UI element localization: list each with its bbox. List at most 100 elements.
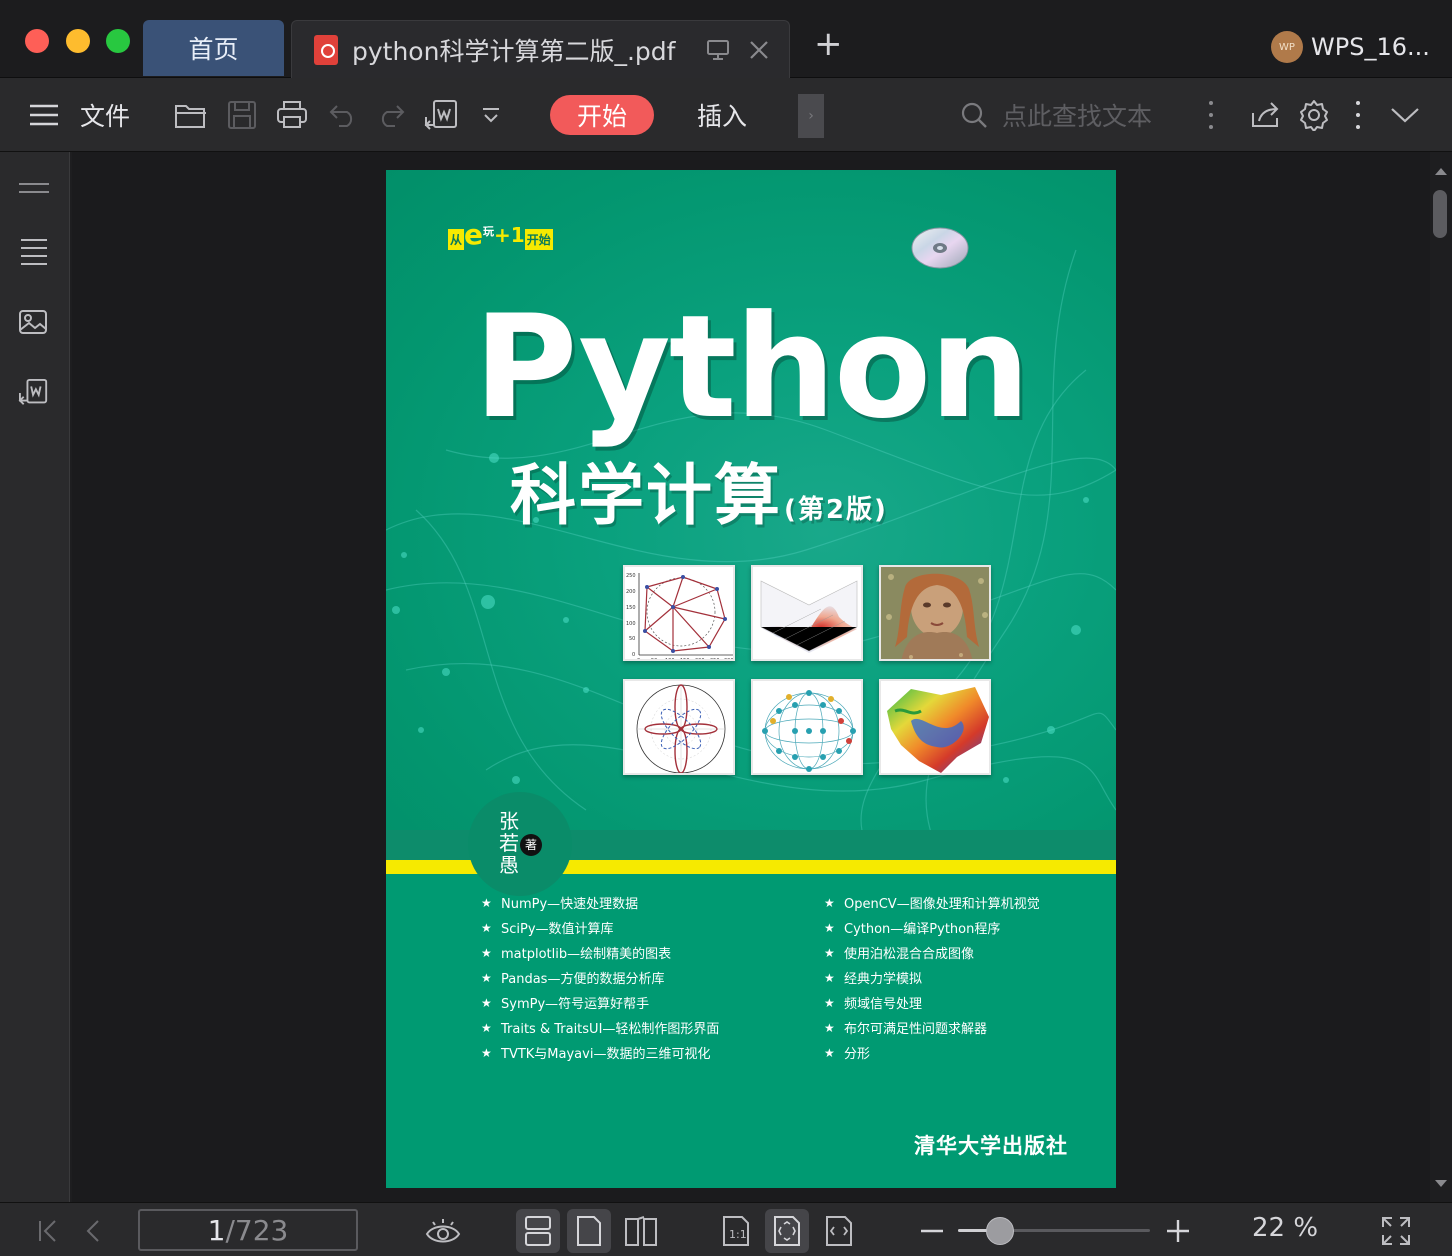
pdf-page-cover: 从 e 玩 +1 开始 Python 科学计算 (第2版) 250 200 15… bbox=[386, 170, 1116, 1188]
monitor-icon[interactable] bbox=[706, 39, 730, 61]
minimize-window-button[interactable] bbox=[66, 29, 90, 53]
cover-thumbnail-portrait-mosaic bbox=[879, 565, 991, 661]
close-window-button[interactable] bbox=[25, 29, 49, 53]
two-page-icon[interactable] bbox=[619, 1209, 663, 1253]
tab-document-label: python科学计算第二版_.pdf bbox=[352, 36, 676, 66]
more-tabs-button[interactable]: › bbox=[798, 94, 824, 138]
badge-e: e bbox=[464, 217, 484, 251]
thumbnail-image-icon[interactable] bbox=[17, 308, 51, 338]
wps-window: 首页 python科学计算第二版_.pdf + WP WPS_16... 文件 … bbox=[0, 0, 1452, 1256]
account-menu[interactable]: WP WPS_16... bbox=[1271, 31, 1430, 63]
feature-text: SymPy—符号运算好帮手 bbox=[501, 997, 650, 1012]
previous-page-icon[interactable] bbox=[72, 1209, 116, 1253]
search-box[interactable]: 点此查找文本 bbox=[960, 95, 1180, 135]
list-item: ★ TVTK与Mayavi—数据的三维可视化 bbox=[481, 1040, 719, 1065]
maximize-window-button[interactable] bbox=[106, 29, 130, 53]
search-placeholder: 点此查找文本 bbox=[1002, 102, 1153, 131]
convert-to-word-icon[interactable] bbox=[17, 378, 51, 408]
title-bar: 首页 python科学计算第二版_.pdf + WP WPS_16... bbox=[0, 0, 1452, 78]
file-menu[interactable]: 文件 bbox=[78, 78, 132, 152]
vertical-scrollbar[interactable] bbox=[1430, 152, 1452, 1202]
single-page-icon[interactable] bbox=[567, 1209, 611, 1253]
tab-start[interactable]: 开始 bbox=[550, 95, 654, 135]
hamburger-menu-icon[interactable] bbox=[28, 78, 60, 152]
star-icon: ★ bbox=[481, 920, 492, 935]
print-icon[interactable] bbox=[274, 78, 310, 152]
more-options-icon[interactable] bbox=[1355, 101, 1361, 129]
tab-document[interactable]: python科学计算第二版_.pdf bbox=[291, 20, 790, 78]
cover-thumbnail-3d-surface bbox=[751, 565, 863, 661]
save-icon[interactable] bbox=[224, 78, 260, 152]
first-page-icon[interactable] bbox=[26, 1209, 70, 1253]
page-number-input[interactable]: 1 / 723 bbox=[138, 1209, 358, 1251]
list-item: ★ 经典力学模拟 bbox=[824, 965, 1040, 990]
collapse-panel-icon[interactable] bbox=[17, 174, 51, 204]
feature-text: 经典力学模拟 bbox=[844, 972, 923, 987]
list-item: ★ Pandas—方便的数据分析库 bbox=[481, 965, 719, 990]
undo-icon[interactable] bbox=[326, 78, 360, 152]
star-icon: ★ bbox=[824, 995, 835, 1010]
close-tab-icon[interactable] bbox=[746, 37, 772, 63]
feature-text: 分形 bbox=[844, 1047, 871, 1062]
zoom-slider-knob[interactable] bbox=[986, 1217, 1014, 1245]
fit-width-icon[interactable] bbox=[817, 1209, 861, 1253]
feature-text: 使用泊松混合合成图像 bbox=[844, 947, 975, 962]
left-sidebar bbox=[0, 152, 70, 1202]
list-item: ★ 布尔可满足性问题求解器 bbox=[824, 1015, 1040, 1040]
feature-text: NumPy—快速处理数据 bbox=[501, 897, 639, 912]
star-icon: ★ bbox=[481, 995, 492, 1010]
feature-text: 布尔可满足性问题求解器 bbox=[844, 1022, 988, 1037]
svg-text:1:1: 1:1 bbox=[729, 1228, 747, 1241]
badge-suffix: 开始 bbox=[524, 228, 553, 250]
star-icon: ★ bbox=[824, 1045, 835, 1060]
actual-size-icon[interactable]: 1:1 bbox=[714, 1209, 758, 1253]
new-tab-button[interactable]: + bbox=[814, 27, 843, 61]
tab-insert[interactable]: 插入 bbox=[680, 95, 764, 135]
thumb1-ytick: 50 bbox=[629, 636, 635, 642]
open-folder-icon[interactable] bbox=[172, 78, 210, 152]
star-icon: ★ bbox=[481, 970, 492, 985]
zoom-percentage[interactable]: 22 % bbox=[1252, 1213, 1318, 1243]
zoom-out-icon[interactable] bbox=[910, 1209, 954, 1253]
fit-page-icon[interactable] bbox=[765, 1209, 809, 1253]
publisher-name: 清华大学出版社 bbox=[914, 1134, 1068, 1158]
cd-disc-icon bbox=[911, 227, 969, 269]
zoom-slider[interactable] bbox=[958, 1217, 1150, 1245]
redo-icon[interactable] bbox=[374, 78, 408, 152]
star-icon: ★ bbox=[481, 1045, 492, 1060]
list-item: ★ 频域信号处理 bbox=[824, 990, 1040, 1015]
file-menu-label: 文件 bbox=[79, 102, 130, 131]
reading-mode-eye-icon[interactable] bbox=[421, 1209, 465, 1253]
fullscreen-icon[interactable] bbox=[1374, 1209, 1418, 1253]
feature-text: OpenCV—图像处理和计算机视觉 bbox=[844, 897, 1040, 912]
cover-thumbnail-sphere-graph bbox=[751, 679, 863, 775]
series-badge: 从 e 玩 +1 开始 bbox=[448, 218, 553, 252]
continuous-scroll-icon[interactable] bbox=[516, 1209, 560, 1253]
pdf-to-word-icon[interactable] bbox=[422, 78, 460, 152]
list-item: ★ Traits & TraitsUI—轻松制作图形界面 bbox=[481, 1015, 719, 1040]
cover-title-chinese: 科学计算 (第2版) bbox=[510, 442, 888, 538]
feature-list-right: ★ OpenCV—图像处理和计算机视觉 ★ Cython—编译Python程序 ★ 使… bbox=[824, 890, 1040, 1065]
quick-access-dropdown-icon[interactable] bbox=[478, 78, 504, 152]
settings-gear-icon[interactable] bbox=[1297, 78, 1331, 152]
outline-list-icon[interactable] bbox=[17, 236, 51, 266]
star-icon: ★ bbox=[481, 945, 492, 960]
tab-home[interactable]: 首页 bbox=[143, 20, 284, 76]
list-item: ★ OpenCV—图像处理和计算机视觉 bbox=[824, 890, 1040, 915]
scroll-down-arrow-icon[interactable] bbox=[1435, 1180, 1447, 1187]
list-item: ★ Cython—编译Python程序 bbox=[824, 915, 1040, 940]
search-icon bbox=[961, 102, 987, 128]
list-item: ★ 使用泊松混合合成图像 bbox=[824, 940, 1040, 965]
share-icon[interactable] bbox=[1250, 78, 1282, 152]
collapse-toolbar-chevron-icon[interactable] bbox=[1388, 78, 1422, 152]
bottom-status-bar: 1 / 723 1:1 22 % bbox=[0, 1202, 1452, 1256]
thumb1-xtick: 200 bbox=[695, 658, 705, 661]
thumb1-ytick: 250 bbox=[626, 573, 636, 579]
total-pages: 723 bbox=[234, 1213, 289, 1247]
zoom-in-icon[interactable] bbox=[1156, 1209, 1200, 1253]
thumb1-xtick: 150 bbox=[680, 658, 690, 661]
feature-text: Cython—编译Python程序 bbox=[844, 922, 1001, 937]
scrollbar-thumb[interactable] bbox=[1433, 190, 1447, 238]
star-icon: ★ bbox=[824, 970, 835, 985]
scroll-up-arrow-icon[interactable] bbox=[1435, 168, 1447, 175]
